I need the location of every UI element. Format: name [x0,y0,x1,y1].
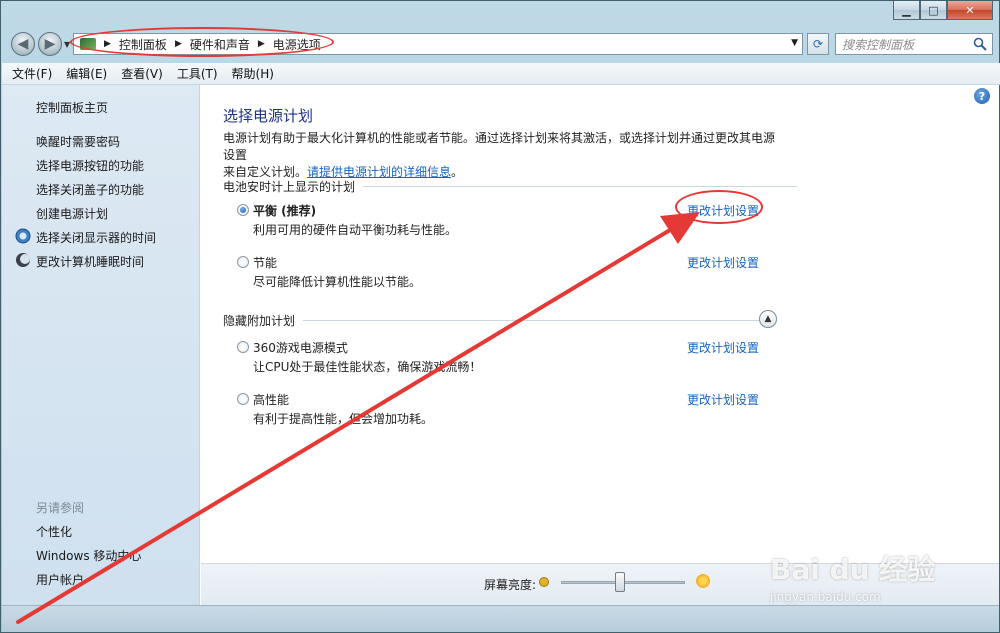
sidebar-item-create-plan[interactable]: 创建电源计划 [36,205,108,222]
plan-desc: 让CPU处于最佳性能状态，确保游戏流畅！ [253,360,482,374]
baidu-watermark-url: jingyan.baidu.com [770,590,881,604]
brightness-label: 屏幕亮度: [484,578,537,592]
sidebar-item-lid-close[interactable]: 选择关闭盖子的功能 [36,181,144,198]
plan-desc: 利用可用的硬件自动平衡功耗与性能。 [253,223,458,237]
divider [363,186,798,187]
close-button[interactable]: ✕ [947,1,993,20]
brightness-slider-thumb[interactable] [615,572,625,592]
sidebar: 控制面板主页 唤醒时需要密码 选择电源按钮的功能 选择关闭盖子的功能 创建电源计… [2,85,200,605]
change-plan-settings-link[interactable]: 更改计划设置 [687,339,759,356]
menu-tools[interactable]: 工具(T) [177,65,218,82]
brightness-low-icon[interactable] [539,577,549,587]
sidebar-item-display-off[interactable]: 选择关闭显示器的时间 [36,229,156,246]
power-plan-info-link[interactable]: 请提供电源计划的详细信息 [307,165,451,179]
content-area: 控制面板主页 唤醒时需要密码 选择电源按钮的功能 选择关闭盖子的功能 创建电源计… [2,85,999,605]
brightness-high-icon[interactable] [695,573,711,589]
moon-icon [16,253,30,267]
page-title: 选择电源计划 [223,107,314,125]
plan-desc: 有利于提高性能，但会增加功耗。 [253,412,434,426]
help-icon[interactable]: ? [974,88,990,104]
breadcrumb-highlight-ellipse [70,27,334,57]
change-plan-settings-link[interactable]: 更改计划设置 [687,254,759,271]
search-icon[interactable] [973,37,987,51]
change-plan-settings-link[interactable]: 更改计划设置 [687,391,759,408]
sidebar-item-power-button[interactable]: 选择电源按钮的功能 [36,157,144,174]
window-caption-buttons: ▁ □ ✕ [893,1,993,21]
search-input[interactable]: 搜索控制面板 [835,33,993,55]
plan-name: 高性能 [253,393,290,407]
maximize-button[interactable]: □ [920,1,947,20]
desc-suffix: 。 [451,165,464,179]
refresh-button[interactable]: ⟳ [807,33,829,55]
sidebar-item-wake-password[interactable]: 唤醒时需要密码 [36,133,120,150]
group-title: 电池安时计上显示的计划 [223,180,356,194]
menu-view[interactable]: 查看(V) [121,65,163,82]
status-bar [2,605,999,632]
collapse-hidden-plans-button[interactable]: ▲ [759,310,777,328]
divider [303,320,762,321]
menu-edit[interactable]: 编辑(E) [66,65,107,82]
forward-button[interactable]: ▶ [38,32,62,56]
search-placeholder: 搜索控制面板 [842,37,915,52]
sidebar-item-sleep-time[interactable]: 更改计算机睡眠时间 [36,253,144,270]
plan-name: 平衡 (推荐) [253,204,317,218]
group-title: 隐藏附加计划 [223,314,296,328]
plan-name: 节能 [253,256,278,270]
see-also-title: 另请参阅 [36,501,85,515]
menu-file[interactable]: 文件(F) [12,65,52,82]
plan-radio[interactable] [237,204,249,216]
see-also-user-accounts[interactable]: 用户帐户 [36,571,84,588]
desc-line-1: 电源计划有助于最大化计算机的性能或者节能。通过选择计划来将其激活，或选择计划并通… [223,131,776,162]
back-button[interactable]: ◀ [11,32,35,56]
see-also-mobility-center[interactable]: Windows 移动中心 [36,547,141,564]
minimize-button[interactable]: ▁ [893,1,920,20]
see-also-personalization[interactable]: 个性化 [36,523,72,540]
plan-radio[interactable] [237,393,249,405]
plan-radio[interactable] [237,341,249,353]
sidebar-control-panel-home[interactable]: 控制面板主页 [36,99,108,116]
group-header-hidden-plans: 隐藏附加计划 [223,312,762,329]
plan-desc: 尽可能降低计算机性能以节能。 [253,275,422,289]
baidu-watermark-logo: Bai du 经验 [770,553,936,586]
desc-prefix: 来自定义计划。 [223,165,308,179]
menu-help[interactable]: 帮助(H) [232,65,274,82]
address-dropdown-icon[interactable]: ▼ [791,38,798,48]
control-panel-window: ▁ □ ✕ ◀ ▶ ▼ ▶ 控制面板 ▶ 硬件和声音 ▶ 电源选项 ▼ ⟳ 搜索… [0,0,1000,633]
page-description: 电源计划有助于最大化计算机的性能或者节能。通过选择计划来将其激活，或选择计划并通… [223,130,783,181]
menu-bar: 文件(F) 编辑(E) 查看(V) 工具(T) 帮助(H) [2,63,1000,85]
plan-name: 360游戏电源模式 [253,341,348,355]
plan-radio[interactable] [237,256,249,268]
main-panel: ? 选择电源计划 电源计划有助于最大化计算机的性能或者节能。通过选择计划来将其激… [201,85,999,563]
link-highlight-ellipse [675,190,763,224]
monitor-icon [15,228,31,244]
